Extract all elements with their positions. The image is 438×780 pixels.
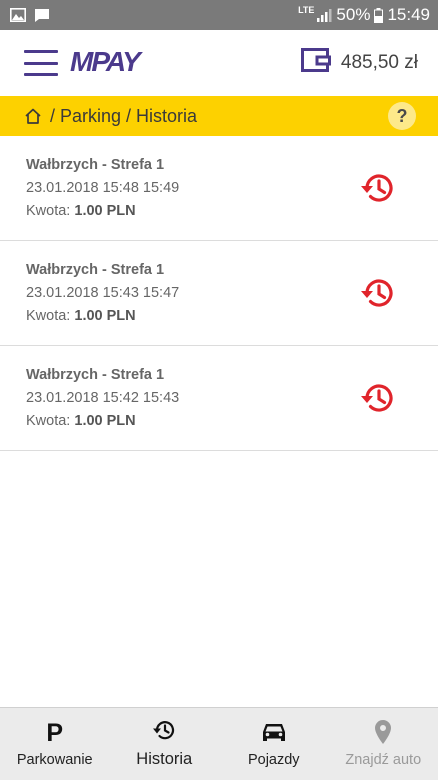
amount-value: 1.00 PLN	[74, 308, 136, 324]
parking-history-list: Wałbrzych - Strefa 1 23.01.2018 15:48 15…	[0, 136, 438, 451]
history-icon[interactable]	[358, 381, 396, 415]
status-bar: LTE 50% 15:49	[0, 0, 438, 30]
logo-text: MPAY	[70, 46, 143, 76]
session-datetime: 23.01.2018 15:42 15:43	[26, 390, 180, 406]
history-icon[interactable]	[358, 171, 396, 205]
nav-label: Historia	[136, 750, 193, 768]
breadcrumb-path[interactable]: / Parking / Historia	[50, 106, 197, 127]
wallet-icon	[300, 48, 331, 78]
zone-title: Wałbrzych - Strefa 1	[26, 262, 165, 278]
location-pin-icon	[374, 719, 392, 749]
image-notification-icon	[10, 8, 26, 22]
history-row[interactable]: Wałbrzych - Strefa 1 23.01.2018 15:43 15…	[0, 241, 438, 346]
nav-znajdz-auto[interactable]: Znajdź auto	[329, 708, 438, 780]
breadcrumb: / Parking / Historia ?	[0, 96, 438, 136]
app-bar: MPAY 485,50 zł	[0, 30, 438, 96]
session-datetime: 23.01.2018 15:43 15:47	[26, 285, 180, 301]
amount-value: 1.00 PLN	[74, 203, 136, 219]
wallet-balance[interactable]: 485,50 zł	[300, 48, 418, 78]
nav-parkowanie[interactable]: P Parkowanie	[0, 708, 110, 780]
home-icon[interactable]	[24, 107, 42, 125]
history-row[interactable]: Wałbrzych - Strefa 1 23.01.2018 15:48 15…	[0, 136, 438, 241]
car-icon	[261, 721, 287, 747]
network-type: LTE	[298, 5, 315, 15]
parking-icon: P	[46, 719, 64, 747]
bottom-navigation: P Parkowanie Historia Pojazdy Znajdź aut…	[0, 707, 438, 780]
amount-value: 1.00 PLN	[74, 413, 136, 429]
amount-label: Kwota:	[26, 203, 71, 219]
nav-label: Pojazdy	[247, 751, 300, 768]
help-button[interactable]: ?	[388, 102, 416, 130]
zone-title: Wałbrzych - Strefa 1	[26, 367, 165, 383]
zone-title: Wałbrzych - Strefa 1	[26, 157, 165, 173]
mpay-logo: MPAY	[68, 46, 158, 81]
nav-label: Znajdź auto	[345, 751, 422, 768]
history-icon	[151, 718, 177, 746]
amount-label: Kwota:	[26, 413, 71, 429]
nav-historia[interactable]: Historia	[110, 708, 220, 780]
message-notification-icon	[34, 8, 50, 23]
signal-icon	[316, 8, 332, 22]
battery-icon	[374, 7, 384, 23]
history-icon[interactable]	[358, 276, 396, 310]
session-datetime: 23.01.2018 15:48 15:49	[26, 180, 180, 196]
nav-pojazdy[interactable]: Pojazdy	[219, 708, 329, 780]
balance-amount: 485,50 zł	[340, 52, 418, 73]
nav-label: Parkowanie	[16, 751, 93, 768]
clock: 15:49	[387, 5, 430, 24]
amount-label: Kwota:	[26, 308, 71, 324]
battery-percent: 50%	[336, 5, 371, 24]
hamburger-menu-icon[interactable]	[24, 50, 58, 76]
history-row[interactable]: Wałbrzych - Strefa 1 23.01.2018 15:42 15…	[0, 346, 438, 451]
